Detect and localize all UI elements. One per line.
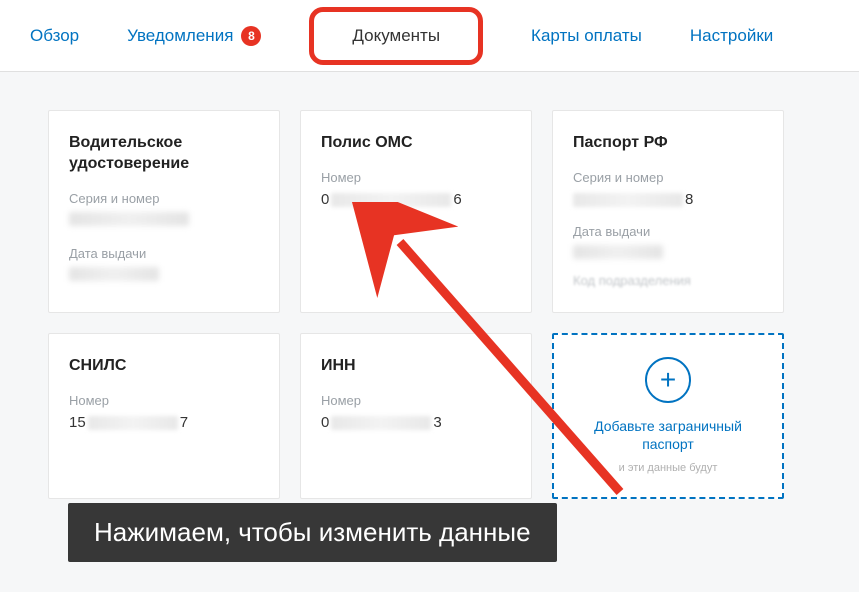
field-value-number: 06	[321, 191, 511, 208]
number-start: 0	[321, 191, 329, 208]
card-snils[interactable]: СНИЛС Номер 15 7	[48, 333, 280, 500]
series-end: 8	[685, 191, 693, 208]
field-label-number: Номер	[321, 170, 511, 185]
card-title: Водительское удостоверение	[69, 133, 259, 175]
notifications-badge: 8	[241, 26, 261, 46]
field-label-number: Номер	[69, 393, 259, 408]
tab-notifications-label: Уведомления	[127, 26, 233, 46]
field-label-series: Серия и номер	[573, 170, 763, 185]
card-inn[interactable]: ИНН Номер 03	[300, 333, 532, 500]
field-value-series	[69, 212, 259, 230]
card-title: Полис ОМС	[321, 133, 511, 154]
card-title: СНИЛС	[69, 356, 259, 377]
tab-settings[interactable]: Настройки	[690, 26, 773, 46]
field-value-series: 8	[573, 191, 763, 208]
number-end: 6	[453, 191, 461, 208]
field-value-number: 03	[321, 414, 511, 431]
tabs-bar: Обзор Уведомления 8 Документы Карты опла…	[0, 0, 859, 72]
add-link-text: Добавьте заграничный паспорт	[568, 417, 768, 453]
card-add-intl-passport[interactable]: + Добавьте заграничный паспорт и эти дан…	[552, 333, 784, 500]
card-driver-license[interactable]: Водительское удостоверение Серия и номер…	[48, 110, 280, 313]
field-label-series: Серия и номер	[69, 191, 259, 206]
tab-overview[interactable]: Обзор	[30, 26, 79, 46]
add-sub-text: и эти данные будут	[619, 461, 718, 475]
field-value-date	[573, 245, 763, 263]
card-title: ИНН	[321, 356, 511, 377]
field-label-date: Дата выдачи	[573, 224, 763, 239]
content-area: Водительское удостоверение Серия и номер…	[0, 72, 859, 592]
card-passport-rf[interactable]: Паспорт РФ Серия и номер 8 Дата выдачи К…	[552, 110, 784, 313]
field-label-dept: Код подразделения	[573, 273, 763, 288]
field-label-number: Номер	[321, 393, 511, 408]
documents-grid: Водительское удостоверение Серия и номер…	[48, 110, 811, 499]
field-value-number: 15 7	[69, 414, 259, 431]
tab-notifications[interactable]: Уведомления 8	[127, 26, 261, 46]
field-label-date: Дата выдачи	[69, 246, 259, 261]
number-end: 7	[180, 414, 188, 431]
number-start: 0	[321, 414, 329, 431]
number-start: 15	[69, 414, 86, 431]
card-title: Паспорт РФ	[573, 133, 763, 154]
plus-icon: +	[645, 357, 691, 403]
instruction-caption: Нажимаем, чтобы изменить данные	[68, 503, 557, 562]
field-value-date	[69, 267, 259, 285]
tab-payment-cards[interactable]: Карты оплаты	[531, 26, 642, 46]
number-end: 3	[433, 414, 441, 431]
tab-documents[interactable]: Документы	[309, 7, 483, 65]
card-oms[interactable]: Полис ОМС Номер 06	[300, 110, 532, 313]
